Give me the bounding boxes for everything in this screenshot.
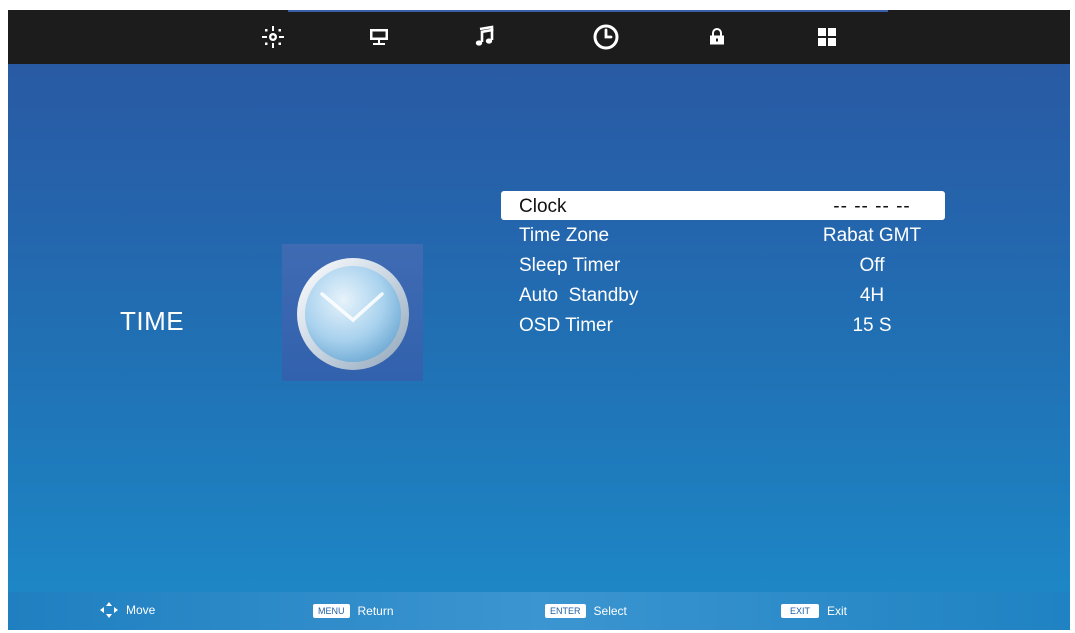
exit-key-badge: EXIT bbox=[781, 604, 820, 618]
top-nav-bar bbox=[8, 10, 1070, 64]
clock-icon[interactable] bbox=[591, 22, 621, 52]
enter-key-badge: ENTER bbox=[545, 604, 586, 618]
footer-hint-bar: Move MENU Return ENTER Select EXIT Exit bbox=[8, 592, 1070, 630]
return-hint-label: Return bbox=[357, 604, 394, 618]
exit-hint: EXIT Exit bbox=[781, 604, 847, 618]
music-note-icon[interactable] bbox=[469, 22, 499, 52]
monitor-icon[interactable] bbox=[364, 22, 394, 52]
move-hint: Move bbox=[100, 602, 155, 618]
grid-icon[interactable] bbox=[812, 22, 842, 52]
menu-item-osd-timer[interactable]: OSD Timer 15 S bbox=[501, 310, 945, 340]
menu-item-sleep-timer[interactable]: Sleep Timer Off bbox=[501, 250, 945, 280]
menu-item-value: Rabat GMT bbox=[822, 225, 922, 246]
menu-item-auto-standby[interactable]: Auto Standby 4H bbox=[501, 280, 945, 310]
menu-item-label: Time Zone bbox=[519, 225, 610, 246]
select-hint: ENTER Select bbox=[545, 604, 627, 618]
menu-item-value: Off bbox=[859, 255, 885, 276]
dpad-arrows-icon bbox=[100, 602, 118, 618]
picture-settings-icon[interactable] bbox=[258, 22, 288, 52]
tv-osd-screen: TIME Clock -- -- -- -- Time Zone Rabat G… bbox=[8, 10, 1070, 630]
menu-item-time-zone[interactable]: Time Zone Rabat GMT bbox=[501, 220, 945, 250]
menu-item-label: OSD Timer bbox=[519, 315, 613, 336]
section-image bbox=[282, 244, 423, 381]
time-settings-menu: Clock -- -- -- -- Time Zone Rabat GMT Sl… bbox=[501, 191, 945, 340]
menu-key-badge: MENU bbox=[313, 604, 350, 618]
return-hint: MENU Return bbox=[313, 604, 394, 618]
menu-item-value: 15 S bbox=[852, 315, 892, 336]
top-accent-line bbox=[288, 10, 888, 12]
menu-item-clock[interactable]: Clock -- -- -- -- bbox=[501, 191, 945, 220]
analog-clock-icon bbox=[297, 258, 409, 370]
menu-item-value: 4H bbox=[859, 285, 885, 306]
move-hint-label: Move bbox=[126, 603, 156, 617]
exit-hint-label: Exit bbox=[827, 604, 848, 618]
lock-icon[interactable] bbox=[702, 22, 732, 52]
menu-item-value: -- -- -- -- bbox=[833, 196, 911, 217]
menu-item-label: Clock bbox=[519, 196, 567, 217]
select-hint-label: Select bbox=[593, 604, 627, 618]
section-title: TIME bbox=[120, 306, 185, 336]
menu-item-label: Sleep Timer bbox=[519, 255, 621, 276]
menu-item-label: Auto Standby bbox=[519, 285, 639, 306]
